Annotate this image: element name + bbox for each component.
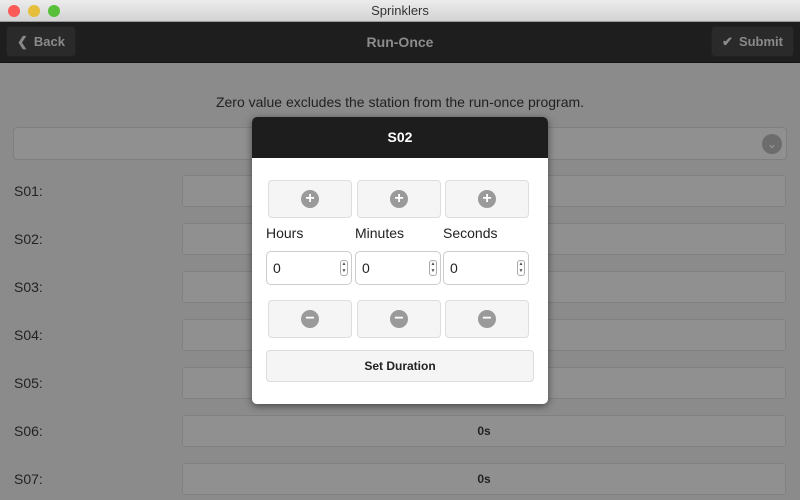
chevron-left-icon: ❮ (17, 34, 28, 49)
station-row: S07: 0s (0, 463, 800, 495)
seconds-decrement-button[interactable]: − (445, 300, 529, 338)
hours-increment-button[interactable]: + (268, 180, 352, 218)
seconds-label: Seconds (443, 225, 498, 241)
spinner-icon[interactable]: ▲ ▼ (429, 260, 437, 276)
seconds-input[interactable]: 0 ▲ ▼ (443, 251, 529, 285)
station-duration-input[interactable]: 0s (182, 415, 786, 447)
submit-button[interactable]: ✔ Submit (711, 26, 794, 57)
station-label: S06: (14, 423, 43, 439)
minus-icon: − (390, 310, 408, 328)
minus-icon: − (478, 310, 496, 328)
minutes-label: Minutes (355, 225, 405, 241)
plus-icon: + (301, 190, 319, 208)
station-label: S04: (14, 327, 43, 343)
info-text: Zero value excludes the station from the… (215, 94, 585, 110)
window-titlebar: Sprinklers (0, 0, 800, 22)
spinner-icon[interactable]: ▲ ▼ (517, 260, 525, 276)
back-label: Back (33, 34, 65, 49)
zoom-window-button[interactable] (48, 5, 60, 17)
plus-icon: + (478, 190, 496, 208)
back-button[interactable]: ❮ Back (6, 26, 76, 57)
station-label: S02: (14, 231, 43, 247)
seconds-increment-button[interactable]: + (445, 180, 529, 218)
station-label: S05: (14, 375, 43, 391)
duration-dialog: S02 + + + Hours Minutes Seconds 0 ▲ ▼ 0 ▲ ▼ … (252, 117, 548, 404)
chevron-down-icon: ⌄ (762, 134, 782, 154)
station-label: S03: (14, 279, 43, 295)
station-row: S06: 0s (0, 415, 800, 447)
hours-label: Hours (266, 225, 304, 241)
seconds-value: 0 (450, 260, 458, 276)
app-header: Run-Once ❮ Back ✔ Submit (0, 22, 800, 63)
submit-label: Submit (738, 34, 783, 49)
minus-icon: − (301, 310, 319, 328)
minutes-decrement-button[interactable]: − (357, 300, 441, 338)
station-label: S07: (14, 471, 43, 487)
station-duration-input[interactable]: 0s (182, 463, 786, 495)
page-title: Run-Once (366, 34, 434, 50)
close-window-button[interactable] (8, 5, 20, 17)
checkmark-icon: ✔ (722, 34, 733, 49)
hours-decrement-button[interactable]: − (268, 300, 352, 338)
hours-input[interactable]: 0 ▲ ▼ (266, 251, 352, 285)
plus-icon: + (390, 190, 408, 208)
set-duration-button[interactable]: Set Duration (266, 350, 534, 382)
spinner-icon[interactable]: ▲ ▼ (340, 260, 348, 276)
dialog-title: S02 (252, 117, 548, 158)
minutes-increment-button[interactable]: + (357, 180, 441, 218)
hours-value: 0 (273, 260, 281, 276)
minimize-window-button[interactable] (28, 5, 40, 17)
window-title: Sprinklers (371, 3, 429, 18)
minutes-input[interactable]: 0 ▲ ▼ (355, 251, 441, 285)
station-label: S01: (14, 183, 43, 199)
minutes-value: 0 (362, 260, 370, 276)
